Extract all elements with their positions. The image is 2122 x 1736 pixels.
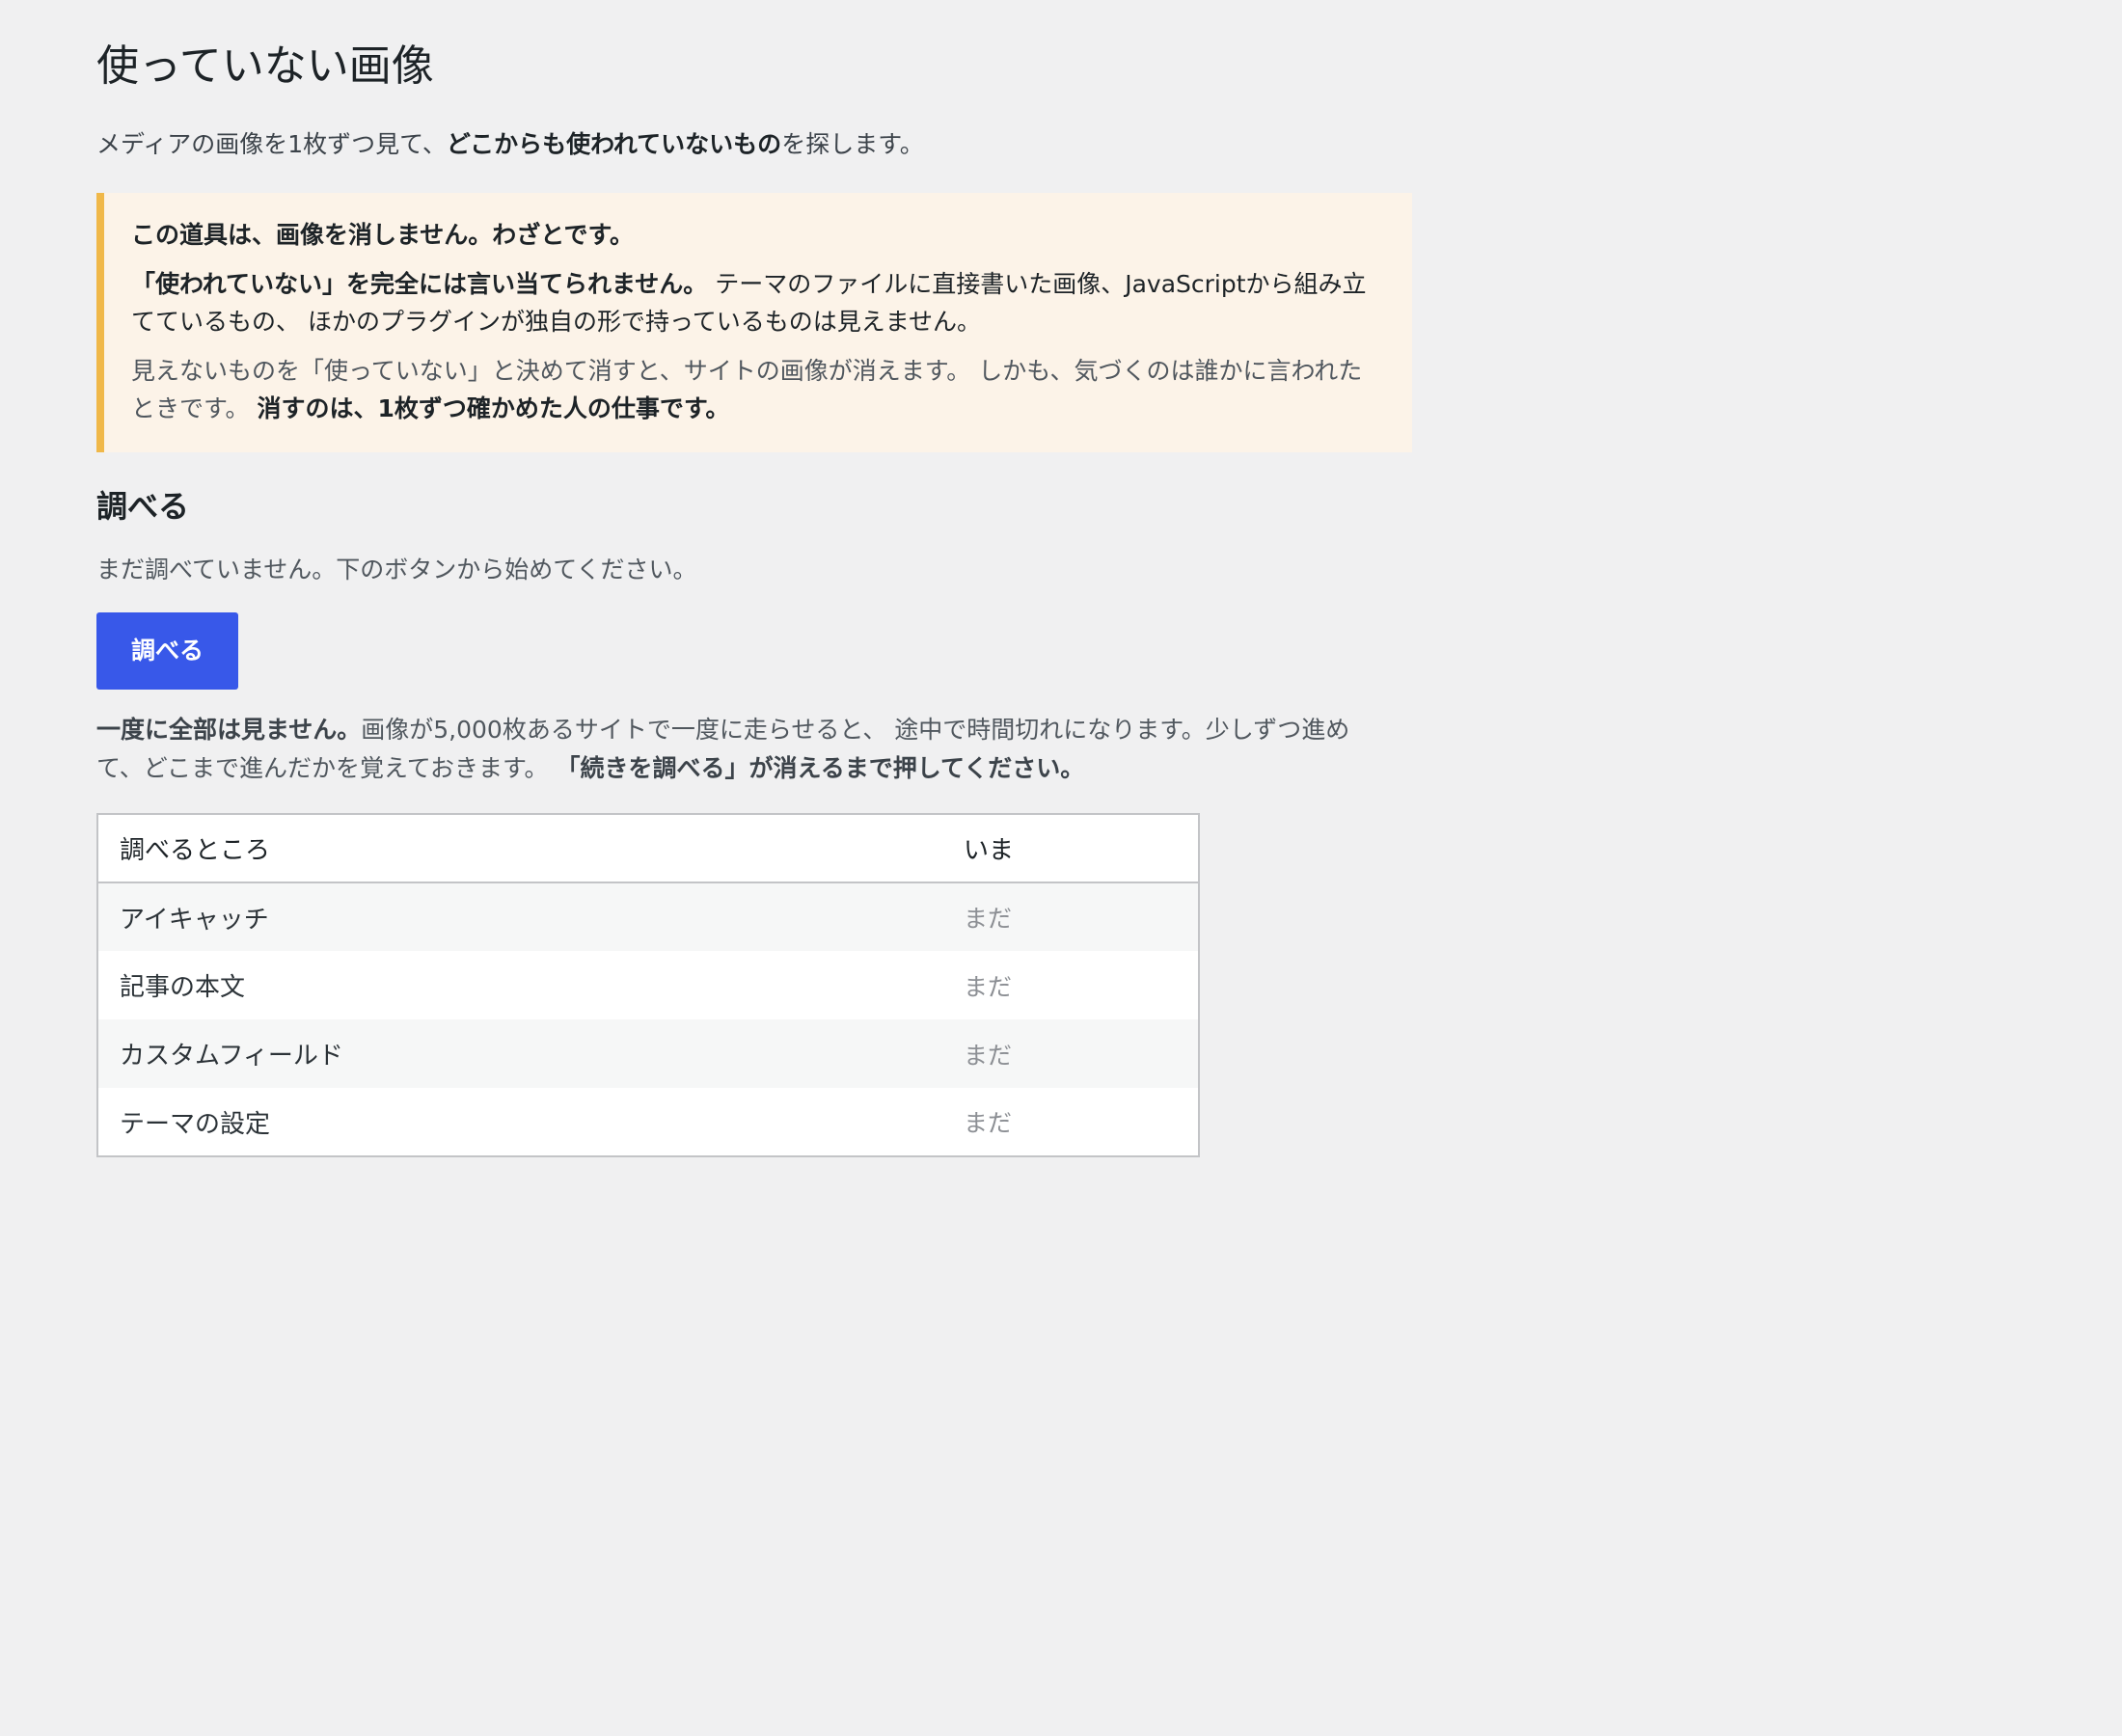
table-row: 記事の本文 まだ [97, 951, 1199, 1019]
lead-bold: どこからも使われていないもの [446, 130, 782, 158]
lead-suffix: を探します。 [781, 130, 924, 158]
lead-prefix: メディアの画像を1枚ずつ見て、 [96, 130, 447, 158]
notice-para1-bold: 「使われていない」を完全には言い当てられません。 [131, 270, 708, 298]
scan-button[interactable]: 調べる [96, 612, 239, 690]
row-state: まだ [942, 1019, 1199, 1088]
table-row: テーマの設定 まだ [97, 1088, 1199, 1156]
row-state: まだ [964, 1109, 1013, 1137]
scan-status-text: まだ調べていません。下のボタンから始めてください。 [96, 556, 697, 583]
scan-note-bold-1: 一度に全部は見ません。 [96, 716, 362, 744]
notice-paragraph-2: 見えないものを「使っていない」と決めて消すと、サイトの画像が消えます。 しかも、… [131, 352, 1383, 427]
warning-notice: この道具は、画像を消しません。わざとです。 「使われていない」を完全には言い当て… [96, 193, 1412, 452]
table-row: アイキャッチ まだ [97, 882, 1199, 951]
notice-title: この道具は、画像を消しません。わざとです。 [131, 221, 635, 249]
scan-note: 一度に全部は見ません。画像が5,000枚あるサイトで一度に走らせると、 途中で時… [96, 711, 1389, 788]
row-state: まだ [964, 972, 1013, 1001]
table-header-row: 調べるところ いま [97, 814, 1199, 883]
table-row: カスタムフィールド まだ [97, 1019, 1199, 1088]
scan-progress-table: 調べるところ いま アイキャッチ まだ 記事の本文 まだ カスタムフィールド ま… [96, 813, 1200, 1157]
section-heading-scan: 調べる [96, 488, 190, 525]
row-place: 記事の本文 [120, 973, 246, 1002]
notice-paragraph-1: 「使われていない」を完全には言い当てられません。 テーマのファイルに直接書いた画… [131, 265, 1383, 340]
page-title: 使っていない画像 [96, 41, 434, 91]
row-place: カスタムフィールド [97, 1019, 942, 1088]
page-description: メディアの画像を1枚ずつ見て、どこからも使われていないものを探します。 [96, 125, 1447, 164]
column-header-place: 調べるところ [97, 814, 942, 883]
notice-para2-bold: 消すのは、1枚ずつ確かめた人の仕事です。 [257, 394, 730, 422]
scan-note-bold-2: 「続きを調べる」が消えるまで押してください。 [556, 754, 1085, 782]
column-header-state: いま [942, 814, 1199, 883]
row-place: アイキャッチ [97, 882, 942, 951]
row-place: テーマの設定 [120, 1109, 271, 1139]
main-content: 使っていない画像 メディアの画像を1枚ずつ見て、どこからも使われていないものを探… [96, 33, 1447, 1157]
row-state: まだ [942, 882, 1199, 951]
